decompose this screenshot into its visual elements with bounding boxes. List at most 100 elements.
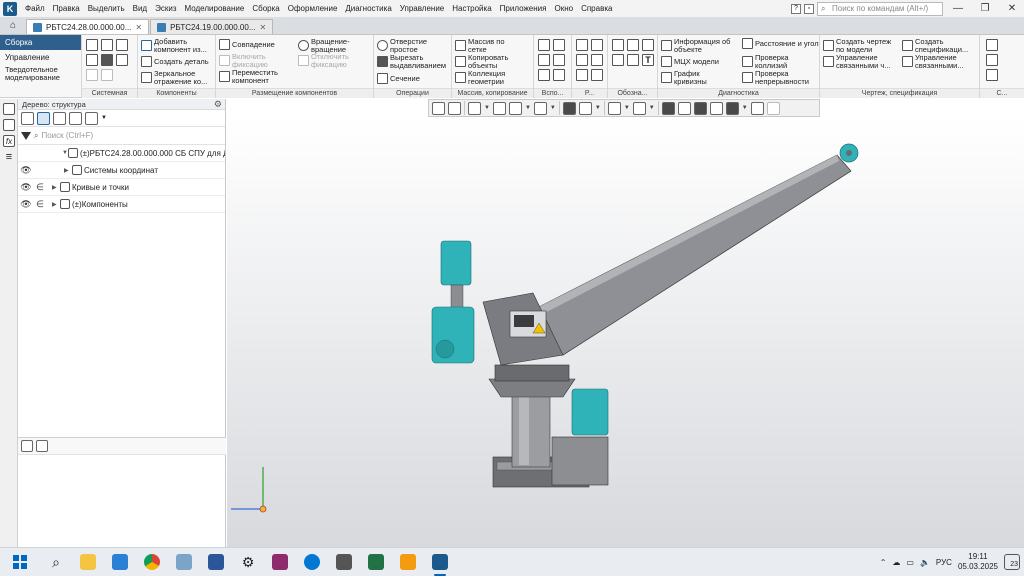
cs-icon[interactable] (553, 69, 565, 81)
mode-assembly[interactable]: Сборка (0, 35, 81, 50)
expand-arrow-icon[interactable]: ▶ (52, 201, 60, 208)
angle-icon[interactable] (591, 39, 603, 51)
dimension-icon[interactable] (576, 39, 588, 51)
properties-icon[interactable] (116, 39, 128, 51)
properties-panel-icon[interactable] (3, 119, 15, 131)
section-button[interactable]: Сечение (377, 73, 420, 84)
menu-diagnostics[interactable]: Диагностика (341, 4, 395, 13)
move-component-button[interactable]: Переместить компонент (219, 69, 284, 84)
object-info-button[interactable]: Информация об объекте (661, 38, 736, 53)
diameter-icon[interactable] (591, 54, 603, 66)
chamfer-icon[interactable] (576, 69, 588, 81)
plane-icon[interactable] (538, 39, 550, 51)
eye-icon[interactable]: 👁 (18, 165, 34, 176)
chevron-down-icon[interactable]: ▼ (101, 115, 107, 121)
curve-icon[interactable] (538, 69, 550, 81)
menu-window[interactable]: Окно (550, 4, 577, 13)
axis-icon[interactable] (553, 39, 565, 51)
tree-links-icon[interactable] (53, 111, 66, 125)
array-grid-button[interactable]: Массив по сетке (455, 38, 524, 53)
taskbar-file-explorer[interactable] (72, 548, 104, 577)
enable-fixation-button[interactable]: Включить фиксацию (219, 53, 284, 68)
roughness-icon[interactable] (612, 39, 624, 51)
redo-icon[interactable] (101, 69, 113, 81)
command-search-input[interactable]: ⌕ Поиск по командам (Alt+/) (817, 1, 943, 16)
mirror-component-button[interactable]: Зеркальное отражение ко... (141, 70, 214, 85)
undo-icon[interactable] (86, 69, 98, 81)
chevron-up-icon[interactable]: ⌃ (880, 558, 887, 567)
tree-row-curves-points[interactable]: 👁 ∈ ▶ Кривые и точки (18, 179, 225, 196)
notification-center[interactable]: 23 (1004, 554, 1020, 570)
menu-assembly[interactable]: Сборка (248, 4, 283, 13)
volume-icon[interactable]: 🔈 (920, 558, 930, 567)
taskbar-app-image[interactable] (168, 548, 200, 577)
pen-icon[interactable] (766, 101, 780, 115)
menu-applications[interactable]: Приложения (496, 4, 551, 13)
mcc-button[interactable]: МЦХ модели (661, 56, 719, 67)
taskbar-calculator[interactable] (328, 548, 360, 577)
fillet-icon[interactable] (591, 69, 603, 81)
orientation-icon[interactable] (432, 101, 445, 115)
zoom-fit-icon[interactable] (448, 101, 461, 115)
zoom-icon[interactable] (468, 101, 481, 115)
close-tab-icon[interactable]: ✕ (135, 23, 142, 32)
funnel-icon[interactable] (21, 131, 31, 140)
tree-row-coordinate-systems[interactable]: 👁 ▶ Системы координат (18, 162, 225, 179)
manage-linked-specs-button[interactable]: Управление связанными... (902, 54, 977, 69)
tree-search-input[interactable]: ⌕ Поиск (Ctrl+F) (34, 129, 225, 143)
taskbar-search-button[interactable]: ⌕ (40, 548, 72, 577)
manage-linked-drawings-button[interactable]: Управление связанными ч... (823, 54, 898, 69)
coincidence-button[interactable]: Совпадение (219, 39, 275, 50)
taskbar-excel[interactable] (360, 548, 392, 577)
taskbar-winrar[interactable] (264, 548, 296, 577)
pan-icon[interactable] (492, 101, 506, 115)
open-document-icon[interactable] (101, 39, 113, 51)
layers-icon[interactable] (677, 101, 691, 115)
menu-modeling[interactable]: Моделирование (180, 4, 248, 13)
tab-document-1[interactable]: РБТС24.28.00.000.00... ✕ (26, 19, 150, 34)
distance-angle-button[interactable]: Расстояние и угол (742, 38, 821, 49)
disable-fixation-button[interactable]: Отключить фиксацию (298, 53, 363, 68)
cut-extrude-button[interactable]: Вырезать выдавливанием (377, 54, 450, 69)
model-viewport[interactable] (227, 117, 1024, 547)
view-direction-icon[interactable] (533, 101, 547, 115)
menu-view[interactable]: Вид (129, 4, 151, 13)
curvature-graph-button[interactable]: График кривизны (661, 70, 724, 85)
tab-document-2[interactable]: РБТС24.19.00.000.00... ✕ (150, 19, 274, 34)
menu-settings[interactable]: Настройка (448, 4, 495, 13)
text-icon[interactable]: T (642, 54, 654, 66)
hide-show-icon[interactable] (632, 101, 646, 115)
tree-bottom-list-icon[interactable] (36, 440, 48, 452)
cloud-icon[interactable]: ☁ (892, 558, 900, 567)
filter-icon[interactable] (725, 101, 739, 115)
settings-icon[interactable] (986, 54, 998, 66)
rotate-view-icon[interactable] (508, 101, 522, 115)
restore-icon[interactable]: ❐ (973, 3, 997, 14)
layout-icon[interactable]: ▫ (804, 3, 814, 14)
display-styles-icon[interactable] (693, 101, 707, 115)
print-icon[interactable] (86, 54, 98, 66)
crane-3d-model[interactable] (227, 117, 1024, 547)
menu-file[interactable]: Файл (21, 4, 49, 13)
close-tab-icon[interactable]: ✕ (259, 23, 266, 32)
snapshot-icon[interactable] (750, 101, 764, 115)
taskbar-word[interactable] (200, 548, 232, 577)
base-icon[interactable] (627, 39, 639, 51)
variables-panel-icon[interactable]: fx (3, 135, 15, 147)
copy-objects-button[interactable]: Копировать объекты (455, 54, 524, 69)
mode-management[interactable]: Управление (0, 50, 81, 65)
taskbar-app-orange[interactable] (392, 548, 424, 577)
tree-build-order-icon[interactable] (37, 111, 50, 125)
report-icon[interactable] (986, 69, 998, 81)
tree-panel-icon[interactable] (3, 103, 15, 115)
collision-check-button[interactable]: Проверка коллизий (742, 54, 815, 69)
gear-icon[interactable]: ⚙ (214, 99, 222, 110)
continuity-check-button[interactable]: Проверка непрерывности (742, 70, 821, 85)
clock[interactable]: 19:11 05.03.2025 (958, 552, 998, 572)
tree-row-components[interactable]: 👁 ∈ ▶ (±)Компоненты (18, 196, 225, 213)
radius-icon[interactable] (576, 54, 588, 66)
leader-icon[interactable] (642, 39, 654, 51)
create-part-button[interactable]: Создать деталь (141, 56, 209, 67)
menu-management[interactable]: Управление (396, 4, 448, 13)
taskbar-outlook[interactable] (296, 548, 328, 577)
